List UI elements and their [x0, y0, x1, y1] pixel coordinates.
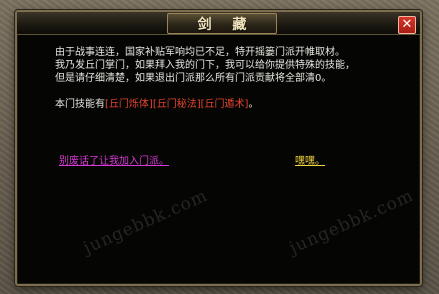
body-line-2: 我乃发丘门掌门，如果拜入我的门下，我可以给你提供特殊的技能，: [55, 60, 355, 71]
dialog-title: 剑 藏: [197, 16, 255, 33]
decline-link[interactable]: 嘿嘿。: [295, 152, 325, 167]
skill-name: [丘门遁术]: [200, 99, 249, 110]
body-line-1: 由于战事连连，国家补贴军响均已不足，特开摇篓门派开帷取材。: [55, 47, 345, 58]
body-line-3: 但是请仔细清楚，如果退出门派那么所有门派贡献将全部清0。: [55, 73, 332, 84]
sect-dialog: 剑 藏 ✕ 由于战事连连，国家补贴军响均已不足，特开摇篓门派开帷取材。 我乃发丘…: [15, 10, 422, 286]
skills-suffix: 。: [248, 99, 259, 110]
skill-name: [丘门烁体]: [105, 99, 153, 110]
watermark: jungebbk.com: [80, 185, 211, 259]
close-button[interactable]: ✕: [398, 16, 416, 34]
join-sect-link[interactable]: 别废话了让我加入门派。: [59, 152, 169, 167]
skill-name: [丘门秘法]: [152, 99, 201, 110]
dialog-titlebar: 剑 藏 ✕: [17, 12, 420, 35]
dialog-body: 由于战事连连，国家补贴军响均已不足，特开摇篓门派开帷取材。 我乃发丘门掌门，如果…: [55, 46, 400, 111]
skills-prefix: 本门技能有: [55, 99, 105, 110]
watermark: jungebbk.com: [286, 185, 417, 259]
title-plate: 剑 藏: [167, 13, 277, 34]
skills-line: 本门技能有[丘门烁体][丘门秘法][丘门遁术]。: [55, 98, 400, 111]
